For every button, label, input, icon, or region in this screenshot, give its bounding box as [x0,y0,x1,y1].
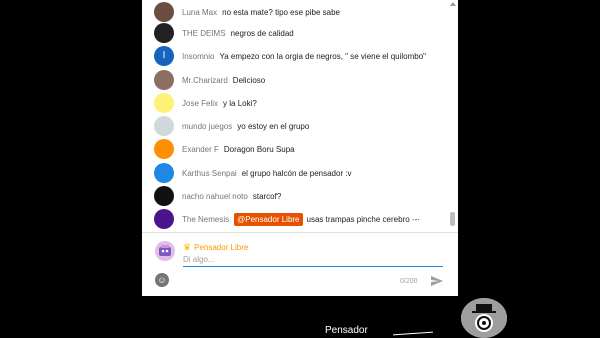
composer-author: ♛ Pensador Libre [183,242,248,253]
pikachu-avatar[interactable] [154,93,174,113]
message-author[interactable]: Jose Felix [182,99,218,108]
chat-scrollbar[interactable] [450,2,456,230]
message-author[interactable]: Luna Max [182,8,217,17]
chat-message[interactable]: Exander F Doragon Boru Supa [154,138,295,160]
cat-face-avatar[interactable] [154,2,174,22]
message-text: negros de calidad [230,28,294,38]
skull-avatar[interactable] [154,186,174,206]
message-text: Ya empezo con la orgia de negros, " se v… [219,51,427,61]
message-text: y la Loki? [223,98,257,108]
chat-message[interactable]: The Nemesis @Pensador Libre usas trampas p… [154,208,420,230]
chat-panel: Luna Max no esta mate? tipo ese pibe sabe… [142,0,458,296]
chat-message[interactable]: THE DEIMS negros de calidad [154,22,294,44]
message-author[interactable]: nacho nahuel noto [182,192,248,201]
message-author[interactable]: Mr.Charizard [182,76,228,85]
webcam-overlay [461,298,507,338]
chat-message[interactable]: Jose Felix y la Loki? [154,92,257,114]
message-author[interactable]: The Nemesis [182,215,229,224]
globe-avatar[interactable] [154,163,174,183]
composer-author-name: Pensador Libre [194,243,249,252]
message-author[interactable]: mundo juegos [182,122,232,131]
message-text: usas trampas pinche cerebro ·-· [306,214,420,224]
message-text: yo estoy en el grupo [237,121,310,131]
user-avatar [155,241,175,261]
send-icon[interactable] [430,274,444,288]
owner-crown-icon: ♛ [183,242,192,252]
decorative-line [393,331,433,336]
chat-message[interactable]: Karthus Senpai el grupo halcón de pensado… [154,162,352,184]
letter-avatar[interactable]: I [154,46,174,66]
emoji-icon[interactable]: ☺ [155,273,169,287]
message-author[interactable]: Karthus Senpai [182,169,237,178]
message-text: no esta mate? tipo ese pibe sabe [222,7,340,17]
cartoon-face-avatar[interactable] [154,70,174,90]
chat-message[interactable]: Mr.Charizard Delicioso [154,69,265,91]
message-author[interactable]: THE DEIMS [182,29,226,38]
chat-message[interactable]: I Insomnio Ya empezo con la orgia de negro… [154,45,426,67]
message-author[interactable]: Insomnio [182,52,214,61]
chat-message[interactable]: Luna Max no esta mate? tipo ese pibe sabe [154,1,340,23]
mention-chip: @Pensador Libre [234,212,303,226]
message-text: el grupo halcón de pensador :v [241,168,352,178]
chat-message[interactable]: mundo juegos yo estoy en el grupo [154,115,309,137]
message-author[interactable]: Exander F [182,145,219,154]
dark-mask-avatar[interactable] [154,23,174,43]
message-text: starcof? [252,191,282,201]
chat-composer: ♛ Pensador Libre ☺ 0/200 [142,232,458,296]
chat-message[interactable]: nacho nahuel noto starcof? [154,185,281,207]
message-text: Doragon Boru Supa [223,144,295,154]
galaxy-avatar[interactable] [154,209,174,229]
scroll-up-icon[interactable] [450,2,456,6]
message-text: Delicioso [232,75,266,85]
robot-avatar[interactable] [154,116,174,136]
dragon-ball-avatar[interactable] [154,139,174,159]
char-counter: 0/200 [400,278,418,285]
chat-input[interactable] [183,253,443,267]
scroll-thumb[interactable] [450,212,455,226]
chat-message-list[interactable]: Luna Max no esta mate? tipo ese pibe sabe… [142,0,458,232]
streamer-label: Pensador [325,325,368,336]
